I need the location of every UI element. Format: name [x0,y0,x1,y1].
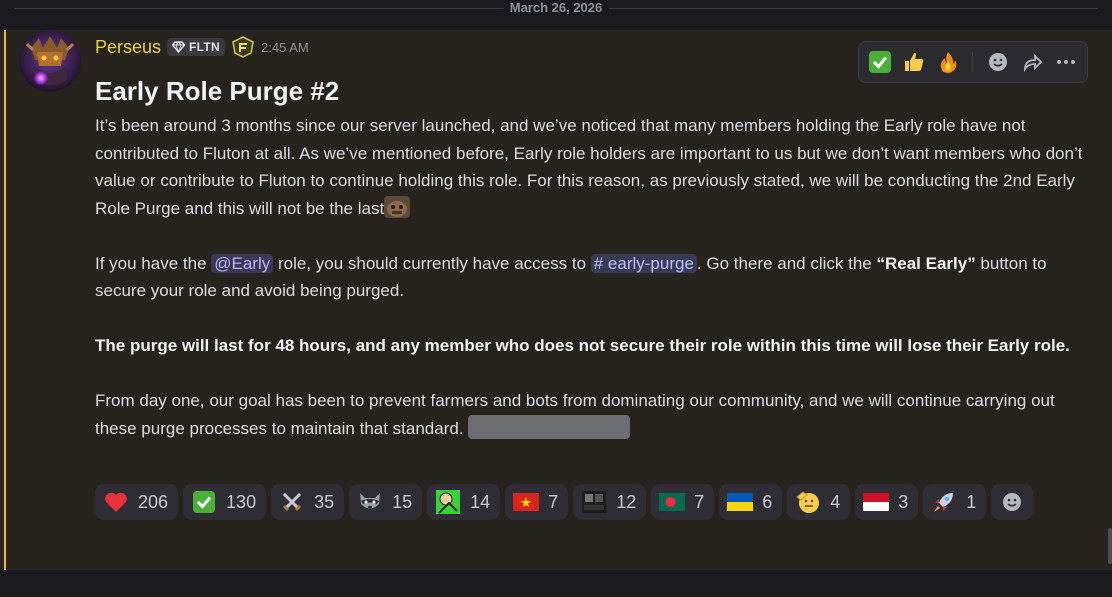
reaction-count: 15 [392,491,413,512]
reaction-ukraine-flag[interactable]: 6 [719,484,783,520]
reaction-count: 130 [226,491,257,512]
paragraph-1: It’s been around 3 months since our serv… [95,112,1085,222]
paragraph-2-bold: “Real Early” [876,253,976,273]
cinema-icon [581,489,607,515]
vietnam-flag-icon [513,489,540,515]
thumbs-up-icon [904,52,924,71]
more-options-button[interactable] [1051,47,1081,77]
message-toolbar [858,41,1088,83]
reaction-count: 35 [314,491,335,512]
reaction-bangladesh-flag[interactable]: 7 [651,484,715,520]
reaction-heart[interactable]: 206 [95,484,179,520]
username[interactable]: Perseus [95,35,161,59]
quick-react-thumbs-up[interactable] [899,47,929,77]
reaction-count: 12 [616,491,637,512]
paragraph-4: From day one, our goal has been to preve… [95,387,1085,442]
green-emoji-icon [435,489,461,515]
reaction-saluting-face[interactable]: 4 [787,484,851,520]
add-reaction-toolbar-button[interactable] [983,47,1013,77]
rocket-icon [931,489,957,515]
reaction-count: 206 [138,491,169,512]
message-content: Early Role Purge #2 It’s been around 3 m… [95,74,1085,442]
reactions-bar: 206 130 35 15 14 7 12 7 6 4 3 1 [95,484,1085,520]
reaction-indonesia-flag[interactable]: 3 [855,484,919,520]
reaction-vietnam-flag[interactable]: 7 [505,484,569,520]
smiley-icon [989,53,1008,71]
reaction-swords[interactable]: 35 [271,484,345,520]
forward-button[interactable] [1017,47,1047,77]
saluting-face-icon [795,489,821,515]
paragraph-2: If you have the @Early role, you should … [95,250,1085,305]
fire-icon [940,52,956,73]
role-badge-icon[interactable] [231,36,255,58]
message-header: Perseus FLTN 2:45 AM [95,35,309,59]
quick-react-fire[interactable] [933,47,963,77]
reaction-count: 14 [470,491,491,512]
paragraph-1-text: It’s been around 3 months since our serv… [95,116,1083,218]
quick-react-check[interactable] [865,47,895,77]
ukraine-flag-icon [727,489,754,515]
scrollbar[interactable] [1108,528,1112,564]
indonesia-flag-icon [863,489,890,515]
paragraph-2-text-b: role, you should currently have access t… [273,253,591,273]
heart-icon [103,489,129,515]
paragraph-3: The purge will last for 48 hours, and an… [95,332,1085,360]
custom-emoji-icon[interactable] [384,195,411,218]
reaction-count: 6 [762,491,773,512]
mention-highlight-bar [4,30,6,570]
reaction-count: 7 [694,491,705,512]
check-icon [868,51,891,73]
swords-icon [279,489,305,515]
forward-icon [1024,53,1043,73]
reaction-count: 4 [830,491,841,512]
server-tag[interactable]: FLTN [167,38,226,56]
paragraph-2-text-c: . Go there and click the [696,253,877,273]
more-icon [1057,60,1076,64]
date-divider: March 26, 2026 [0,0,1112,18]
timestamp[interactable]: 2:45 AM [261,40,309,55]
raccoon-icon [357,489,383,515]
spoiler[interactable] [468,414,631,439]
reaction-cinema[interactable]: 12 [573,484,647,520]
reaction-check[interactable]: 130 [183,484,267,520]
reaction-count: 7 [548,491,559,512]
smiley-plus-icon [999,489,1025,515]
date-label: March 26, 2026 [503,0,609,16]
reaction-count: 1 [966,491,977,512]
add-reaction-button[interactable] [991,484,1034,520]
channel-link[interactable]: # early-purge [590,253,697,273]
server-tag-label: FLTN [189,40,221,54]
chat-view: March 26, 2026 Perseus FLTN 2:45 AM Earl… [0,0,1112,597]
check-icon [191,489,217,515]
bangladesh-flag-icon [659,489,686,515]
avatar[interactable] [19,30,81,92]
reaction-raccoon[interactable]: 15 [349,484,423,520]
role-mention[interactable]: @Early [211,253,274,273]
paragraph-2-text-a: If you have the [95,253,212,273]
message[interactable]: Perseus FLTN 2:45 AM Early Role Purge #2… [0,30,1112,570]
reaction-green-emoji[interactable]: 14 [427,484,501,520]
toolbar-separator [972,52,974,72]
bottom-area [0,570,1112,597]
paragraph-3-bold: The purge will last for 48 hours, and an… [95,336,1070,355]
reaction-count: 3 [898,491,909,512]
reaction-rocket[interactable]: 1 [923,484,987,520]
diamond-icon [172,41,186,53]
